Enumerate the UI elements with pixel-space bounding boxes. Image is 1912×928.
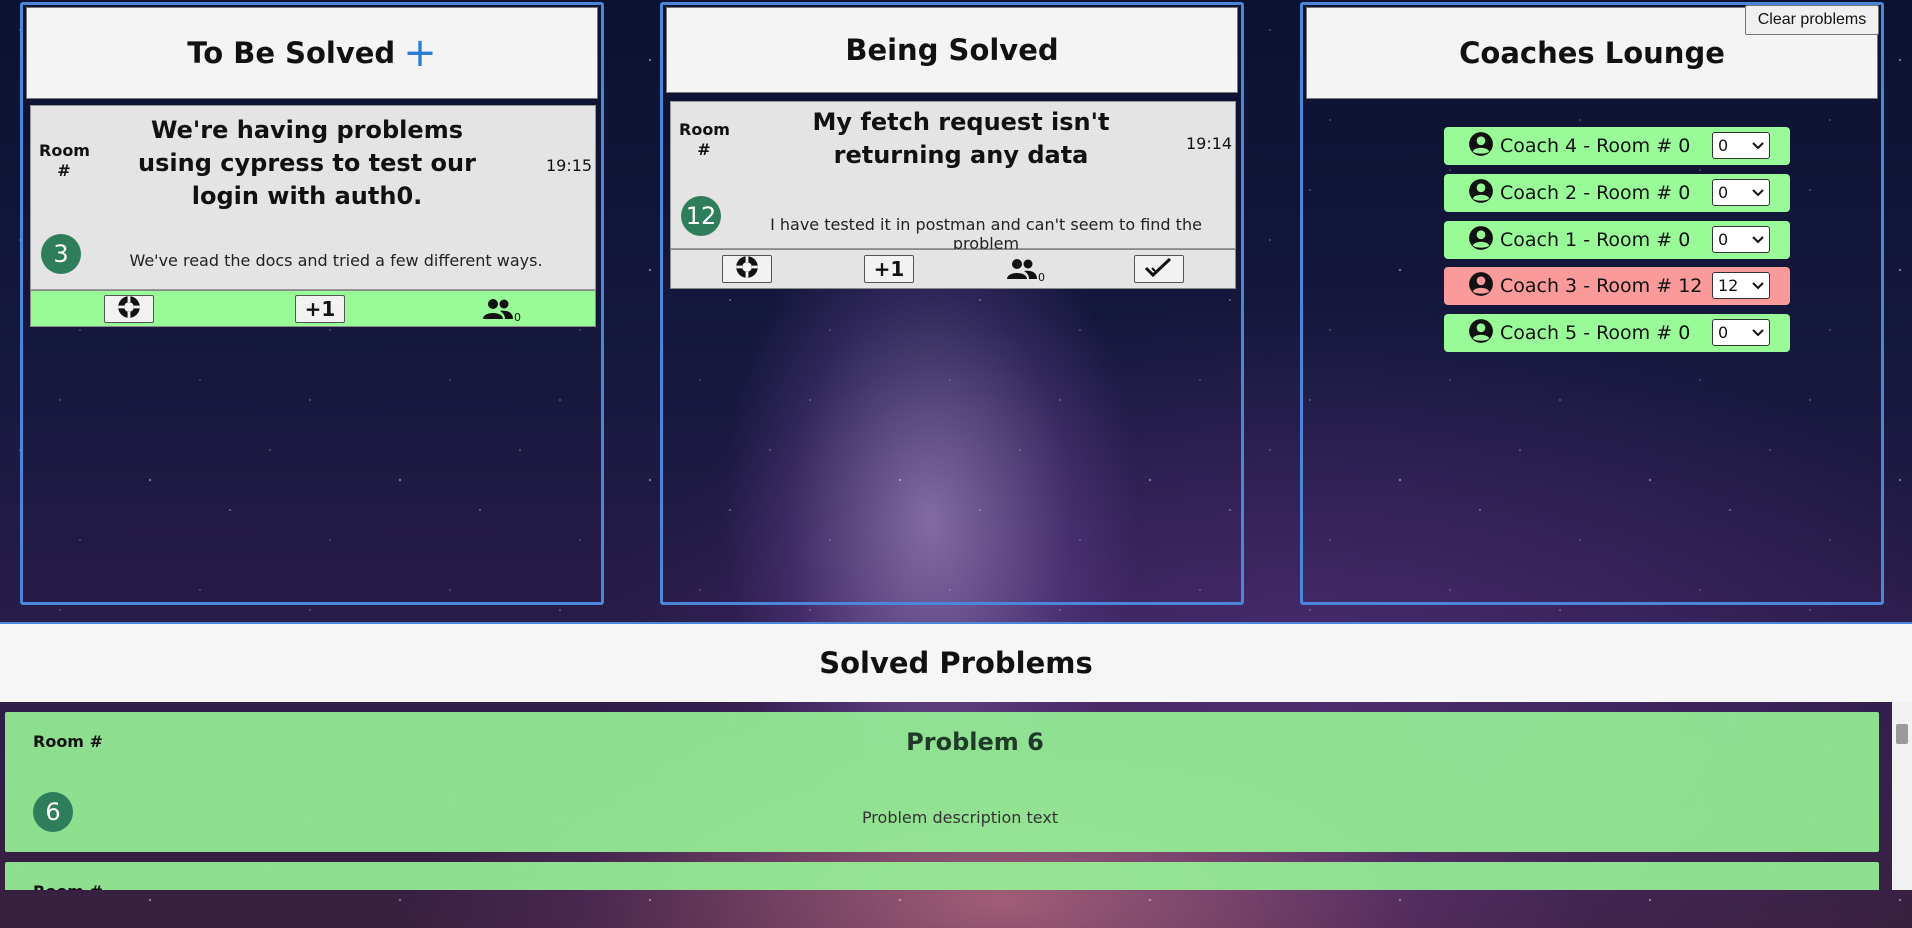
check-icon bbox=[1144, 256, 1174, 282]
coach-room-value: 12 bbox=[1718, 276, 1739, 295]
add-problem-icon[interactable]: + bbox=[403, 33, 437, 73]
coaches-lounge-title: Coaches Lounge bbox=[1459, 36, 1725, 70]
room-label: Room # bbox=[39, 141, 90, 180]
to-be-solved-header: To Be Solved + bbox=[26, 7, 598, 99]
clear-problems-button[interactable]: Clear problems bbox=[1745, 5, 1879, 35]
problem-time: 19:14 bbox=[1186, 134, 1233, 153]
chevron-down-icon bbox=[1751, 278, 1765, 297]
lifebuoy-icon bbox=[116, 294, 142, 324]
help-button[interactable] bbox=[104, 295, 154, 323]
problem-title: My fetch request isn't returning any dat… bbox=[812, 108, 1110, 169]
coach-name: Coach 4 - Room # 0 bbox=[1500, 135, 1691, 157]
room-number-badge: 6 bbox=[33, 792, 73, 832]
coach-room-select[interactable]: 0 bbox=[1712, 179, 1770, 206]
coach-name: Coach 3 - Room # 12 bbox=[1500, 275, 1703, 297]
room-label: Room # bbox=[33, 732, 103, 751]
helpers-count-value: 0 bbox=[1038, 271, 1045, 284]
solved-problems-title: Solved Problems bbox=[819, 646, 1093, 680]
solved-scrollbar[interactable] bbox=[1892, 702, 1912, 890]
problem-title: Problem 6 bbox=[906, 728, 1044, 756]
coach-room-select[interactable]: 0 bbox=[1712, 132, 1770, 159]
chevron-down-icon bbox=[1751, 325, 1765, 344]
helpers-count-value: 0 bbox=[514, 311, 521, 324]
coach-row: Coach 5 - Room # 0 0 bbox=[1444, 314, 1790, 352]
user-circle-icon bbox=[1468, 318, 1494, 348]
coach-room-select[interactable]: 12 bbox=[1712, 272, 1770, 299]
scrollbar-thumb[interactable] bbox=[1896, 724, 1908, 744]
coach-name: Coach 1 - Room # 0 bbox=[1500, 229, 1691, 251]
users-icon bbox=[1007, 258, 1037, 284]
problem-description: Problem description text bbox=[861, 808, 1059, 827]
chevron-down-icon bbox=[1751, 232, 1765, 251]
coach-name: Coach 2 - Room # 0 bbox=[1500, 182, 1691, 204]
coach-room-select[interactable]: 0 bbox=[1712, 319, 1770, 346]
mark-solved-button[interactable] bbox=[1134, 255, 1184, 283]
plus-one-label: +1 bbox=[873, 257, 905, 281]
solved-problems-header: Solved Problems bbox=[0, 624, 1912, 702]
problem-description: We've read the docs and tried a few diff… bbox=[129, 251, 543, 270]
problem-card: Room # We're having problems using cypre… bbox=[30, 105, 596, 290]
problem-description: I have tested it in postman and can't se… bbox=[770, 215, 1202, 253]
coach-row: Coach 1 - Room # 0 0 bbox=[1444, 221, 1790, 259]
coach-room-value: 0 bbox=[1718, 183, 1729, 202]
room-label: Room # bbox=[33, 882, 113, 890]
to-be-solved-column: To Be Solved + Room # We're having probl… bbox=[20, 2, 604, 605]
coach-room-select[interactable]: 0 bbox=[1712, 226, 1770, 253]
coach-row: Coach 3 - Room # 12 12 bbox=[1444, 267, 1790, 305]
user-circle-icon bbox=[1468, 178, 1494, 208]
lifebuoy-icon bbox=[734, 254, 760, 284]
helpers-count: 0 bbox=[1007, 258, 1045, 284]
user-circle-icon bbox=[1468, 225, 1494, 255]
room-number-badge: 12 bbox=[681, 196, 721, 236]
chevron-down-icon bbox=[1751, 185, 1765, 204]
coach-row: Coach 2 - Room # 0 0 bbox=[1444, 174, 1790, 212]
to-be-solved-title: To Be Solved bbox=[187, 36, 396, 70]
solved-problems-section: Solved Problems Room # Problem 6 6 Probl… bbox=[0, 622, 1912, 890]
users-icon bbox=[483, 298, 513, 324]
problem-title: We're having problems using cypress to t… bbox=[138, 116, 476, 210]
plus-one-button[interactable]: +1 bbox=[864, 255, 914, 283]
user-circle-icon bbox=[1468, 131, 1494, 161]
coach-room-value: 0 bbox=[1718, 323, 1729, 342]
being-solved-column: Being Solved Room # My fetch request isn… bbox=[660, 2, 1244, 605]
being-solved-header: Being Solved bbox=[666, 7, 1238, 93]
user-circle-icon bbox=[1468, 271, 1494, 301]
coach-room-value: 0 bbox=[1718, 136, 1729, 155]
problem-card: Room # My fetch request isn't returning … bbox=[670, 101, 1236, 253]
help-button[interactable] bbox=[722, 255, 772, 283]
solved-problem-card: Room # Problem 6 6 Problem description t… bbox=[5, 712, 1879, 852]
chevron-down-icon bbox=[1751, 138, 1765, 157]
plus-one-label: +1 bbox=[304, 297, 336, 321]
coach-room-value: 0 bbox=[1718, 230, 1729, 249]
coach-name: Coach 5 - Room # 0 bbox=[1500, 322, 1691, 344]
coach-row: Coach 4 - Room # 0 0 bbox=[1444, 127, 1790, 165]
room-number-badge: 3 bbox=[41, 234, 81, 274]
being-solved-title: Being Solved bbox=[845, 33, 1059, 67]
solved-problem-card: Room # bbox=[5, 862, 1879, 890]
problem-time: 19:15 bbox=[546, 156, 593, 175]
room-label: Room # bbox=[679, 120, 730, 159]
plus-one-button[interactable]: +1 bbox=[295, 295, 345, 323]
problem-action-bar: +1 0 bbox=[30, 290, 596, 327]
helpers-count: 0 bbox=[483, 298, 521, 324]
problem-action-bar: +1 0 bbox=[670, 249, 1236, 289]
